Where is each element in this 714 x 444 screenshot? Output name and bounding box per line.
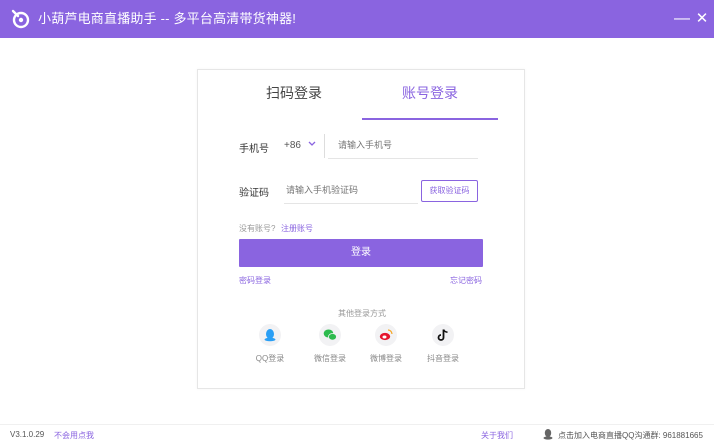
qq-login-button[interactable]: QQ登录 <box>249 324 291 364</box>
douyin-login-label: 抖音登录 <box>427 354 459 363</box>
close-button[interactable]: ✕ <box>692 8 712 30</box>
window-title: 小葫芦电商直播助手 -- 多平台高清带货神器! <box>38 11 297 26</box>
phone-input-underline <box>328 158 478 159</box>
chevron-down-icon <box>308 139 316 149</box>
phone-input[interactable] <box>338 135 478 155</box>
active-tab-indicator <box>362 118 498 120</box>
code-input-underline <box>284 203 418 204</box>
verification-code-input[interactable] <box>286 180 416 200</box>
login-card: 扫码登录 账号登录 手机号 +86 验证码 获取验证码 没有账号? 注册账号 登… <box>197 69 525 389</box>
wechat-icon <box>323 329 337 341</box>
country-code-value: +86 <box>284 140 301 151</box>
qq-icon <box>543 429 553 440</box>
qq-login-label: QQ登录 <box>255 354 285 363</box>
douyin-icon <box>437 329 448 341</box>
login-button[interactable]: 登录 <box>239 239 483 267</box>
other-methods-title: 其他登录方式 <box>338 309 386 318</box>
forgot-password-link[interactable]: 忘记密码 <box>450 275 482 286</box>
register-link[interactable]: 注册账号 <box>281 223 313 234</box>
qq-icon <box>264 329 276 342</box>
tab-account-login[interactable]: 账号登录 <box>362 70 498 116</box>
title-bar: 小葫芦电商直播助手 -- 多平台高清带货神器! — ✕ <box>0 0 714 38</box>
get-code-button[interactable]: 获取验证码 <box>421 180 478 202</box>
minimize-button[interactable]: — <box>672 8 692 30</box>
code-label: 验证码 <box>239 188 269 199</box>
wechat-login-label: 微信登录 <box>314 354 346 363</box>
weibo-login-label: 微博登录 <box>370 354 402 363</box>
wechat-login-button[interactable]: 微信登录 <box>309 324 351 364</box>
password-login-link[interactable]: 密码登录 <box>239 275 271 286</box>
douyin-login-button[interactable]: 抖音登录 <box>422 324 464 364</box>
qq-group-link[interactable]: 点击加入电商直播QQ沟通群: 961881665 <box>558 430 703 441</box>
country-code-select[interactable]: +86 <box>284 140 316 151</box>
tab-qr-login[interactable]: 扫码登录 <box>226 70 362 116</box>
divider <box>324 134 325 158</box>
footer-divider <box>0 424 714 425</box>
version-label: V3.1.0.29 <box>10 430 45 439</box>
phone-label: 手机号 <box>239 144 269 155</box>
app-logo-icon <box>11 9 30 29</box>
no-account-text: 没有账号? <box>239 224 276 233</box>
weibo-icon <box>379 329 393 341</box>
about-us-link[interactable]: 关于我们 <box>481 430 513 441</box>
weibo-login-button[interactable]: 微博登录 <box>365 324 407 364</box>
help-link[interactable]: 不会用点我 <box>54 430 94 441</box>
